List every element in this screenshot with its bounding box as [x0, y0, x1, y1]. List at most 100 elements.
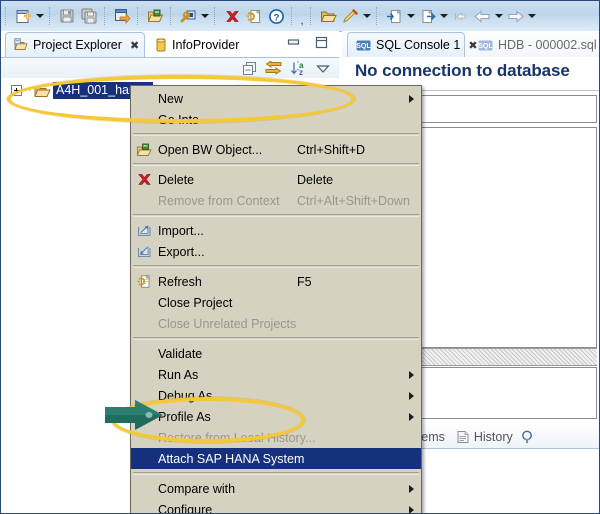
menu-icon-placeholder: [133, 500, 155, 514]
tab-infoprovider[interactable]: InfoProvider: [147, 33, 247, 57]
bottom-tab-history[interactable]: History: [451, 426, 519, 448]
open-bw-object-icon[interactable]: [144, 5, 166, 27]
tab-label: Project Explorer: [33, 38, 122, 52]
menu-separator: [133, 163, 419, 166]
forward-icon[interactable]: [504, 5, 526, 27]
menu-item-label: Close Project: [158, 295, 233, 310]
svg-text:SQL: SQL: [478, 43, 493, 50]
maximize-button[interactable]: [314, 35, 329, 50]
tab-label: InfoProvider: [172, 38, 240, 52]
menu-icon-placeholder: [133, 89, 155, 109]
highlight-icon[interactable]: [339, 5, 361, 27]
menu-item-label: Attach SAP HANA System: [158, 451, 305, 466]
chevron-right-icon: [409, 94, 414, 103]
export-dropdown-arrow[interactable]: [438, 5, 449, 27]
context-menu[interactable]: New Go Into Open BW Object... Ctrl+Shift…: [130, 85, 422, 514]
application-window: ? , Project Explorer ✖ InfoProvider SQL …: [0, 0, 600, 514]
menu-item-run-as[interactable]: Run As: [131, 364, 421, 385]
sql-icon: SQL: [356, 40, 371, 51]
menu-item-label: Configure: [158, 502, 213, 514]
menu-item-label: New: [158, 91, 184, 106]
toolbar-separator: [137, 7, 140, 25]
menu-item-label: Import...: [158, 223, 204, 238]
back-small-icon[interactable]: [449, 5, 471, 27]
tab-hdb-sql[interactable]: SQL HDB - 000002.sql: [470, 33, 599, 57]
menu-separator: [133, 265, 419, 268]
toolbar-separator: [291, 7, 294, 25]
menu-item-label: Refresh: [158, 274, 202, 289]
menu-item-refresh[interactable]: Refresh F5: [131, 271, 421, 292]
menu-icon-placeholder: [133, 407, 155, 427]
menu-item-label: Export...: [158, 244, 205, 259]
bottom-tab-search[interactable]: [519, 426, 541, 448]
save-icon[interactable]: [56, 5, 78, 27]
menu-item-compare-with[interactable]: Compare with: [131, 478, 421, 499]
close-icon[interactable]: ✖: [130, 39, 139, 52]
menu-icon-placeholder: [133, 386, 155, 406]
save-all-icon[interactable]: [78, 5, 100, 27]
infoprovider-icon: [155, 38, 167, 52]
menu-item-accelerator: F5: [297, 274, 312, 289]
menu-item-close-project[interactable]: Close Project: [131, 292, 421, 313]
back-dropdown-arrow[interactable]: [493, 5, 504, 27]
open-perspective-icon[interactable]: [111, 5, 133, 27]
menu-item-open-bw-object[interactable]: Open BW Object... Ctrl+Shift+D: [131, 139, 421, 160]
chevron-right-icon: [409, 484, 414, 493]
menu-item-configure[interactable]: Configure: [131, 499, 421, 514]
left-tab-bar: Project Explorer ✖ InfoProvider: [1, 31, 339, 57]
menu-item-debug-as[interactable]: Debug As: [131, 385, 421, 406]
menu-item-label: Debug As: [158, 388, 213, 403]
menu-item-attach-sap-hana-system[interactable]: Attach SAP HANA System: [131, 448, 421, 469]
menu-item-export[interactable]: Export...: [131, 241, 421, 262]
menu-icon-placeholder: [133, 479, 155, 499]
new-dropdown-arrow[interactable]: [34, 5, 45, 27]
menu-item-label: Open BW Object...: [158, 142, 263, 157]
import-dropdown-arrow[interactable]: [405, 5, 416, 27]
menu-item-new[interactable]: New: [131, 88, 421, 109]
history-icon: [457, 430, 470, 444]
menu-item-accelerator: Ctrl+Alt+Shift+Down: [297, 193, 410, 208]
minimize-button[interactable]: [286, 36, 301, 49]
open-folder-icon[interactable]: [317, 5, 339, 27]
link-with-editor-icon[interactable]: [265, 60, 282, 76]
import-icon[interactable]: [383, 5, 405, 27]
menu-icon-placeholder: [133, 344, 155, 364]
help-icon[interactable]: ?: [265, 5, 287, 27]
menu-icon-placeholder: [133, 314, 155, 334]
back-icon[interactable]: [471, 5, 493, 27]
toolbar-overflow-indicator[interactable]: ,: [298, 7, 306, 27]
export-icon[interactable]: [416, 5, 438, 27]
search-icon: [521, 430, 535, 444]
collapse-all-icon[interactable]: [242, 61, 257, 76]
menu-separator: [133, 472, 419, 475]
expand-icon[interactable]: [11, 85, 22, 96]
menu-item-label: Delete: [158, 172, 195, 187]
chevron-right-icon: [409, 391, 414, 400]
sort-az-icon[interactable]: a z: [290, 61, 307, 76]
svg-text:?: ?: [273, 12, 279, 23]
menu-item-import[interactable]: Import...: [131, 220, 421, 241]
import-icon: [133, 221, 155, 241]
export-icon: [133, 242, 155, 262]
tree-connector: ··: [24, 85, 33, 96]
sql-console-dropdown-arrow[interactable]: [199, 5, 210, 27]
menu-item-label: Go Into: [158, 112, 199, 127]
forward-dropdown-arrow[interactable]: [526, 5, 537, 27]
menu-item-label: Compare with: [158, 481, 236, 496]
delete-icon[interactable]: [221, 5, 243, 27]
tab-label: HDB - 000002.sql: [498, 38, 597, 52]
chevron-right-icon: [409, 412, 414, 421]
delete-icon: [133, 170, 155, 190]
tab-sql-console-1[interactable]: SQL SQL Console 1 ✖: [347, 32, 478, 57]
highlight-dropdown-arrow[interactable]: [361, 5, 372, 27]
refresh-icon[interactable]: [243, 5, 265, 27]
menu-item-delete[interactable]: Delete Delete: [131, 169, 421, 190]
tab-project-explorer[interactable]: Project Explorer ✖: [5, 32, 145, 57]
new-icon[interactable]: [12, 5, 34, 27]
menu-item-profile-as[interactable]: Profile As: [131, 406, 421, 427]
menu-item-go-into[interactable]: Go Into: [131, 109, 421, 130]
sql-console-icon[interactable]: [177, 5, 199, 27]
menu-item-validate[interactable]: Validate: [131, 343, 421, 364]
toolbar-separator: [214, 7, 217, 25]
view-menu-icon[interactable]: [315, 62, 331, 75]
